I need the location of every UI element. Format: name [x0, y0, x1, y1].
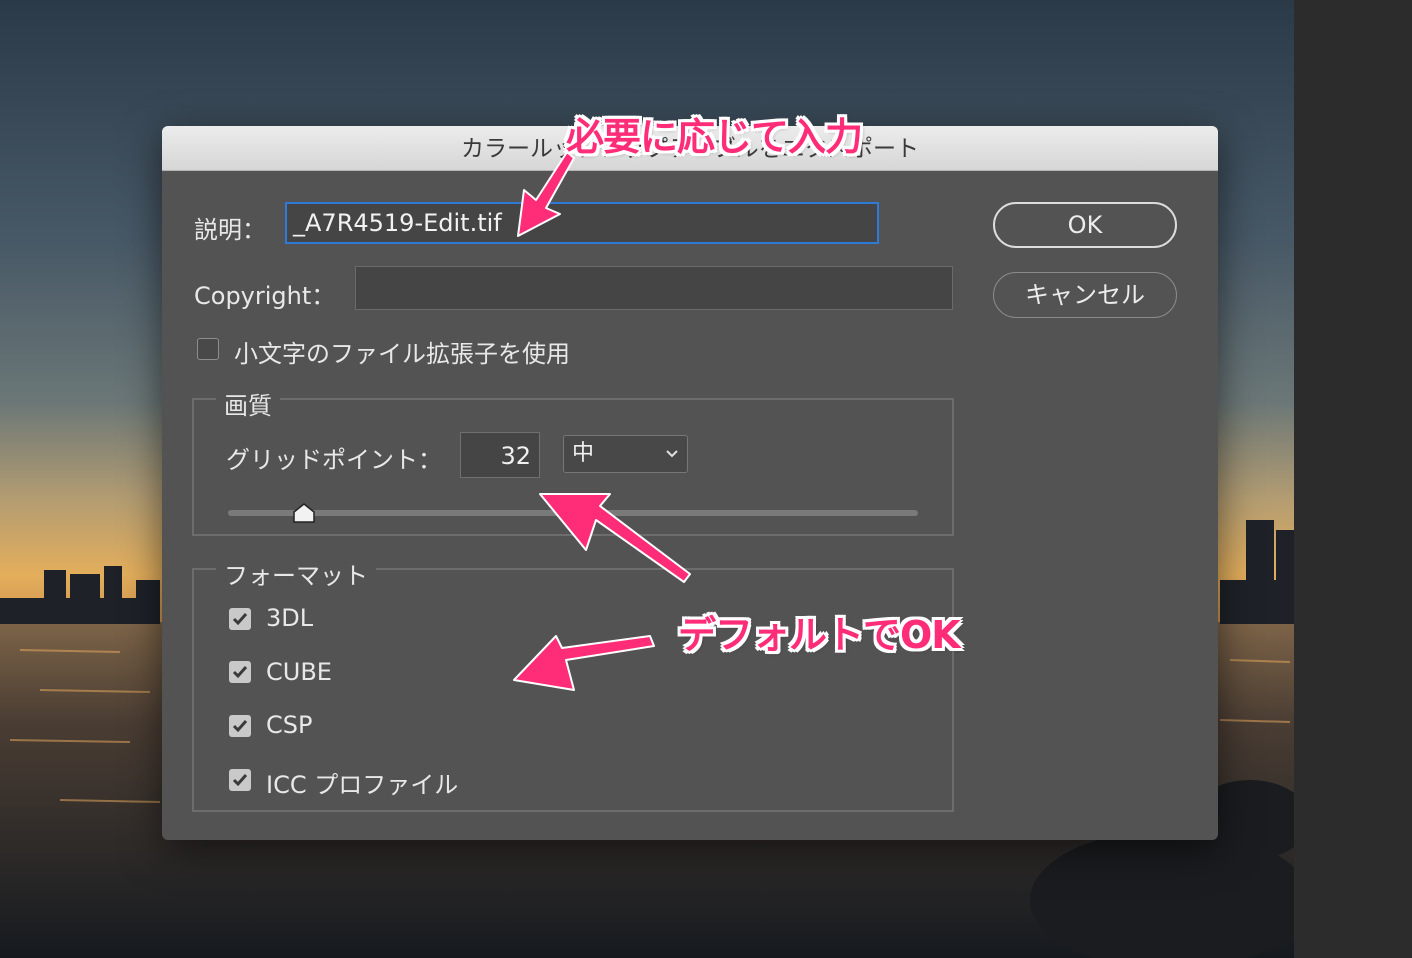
quality-select[interactable]: 中	[563, 435, 688, 473]
window-edge	[1294, 0, 1412, 958]
checkmark-icon	[232, 666, 248, 679]
format-csp-checkbox[interactable]	[229, 715, 251, 737]
quality-group-title: 画質	[216, 386, 280, 421]
description-field[interactable]: _A7R4519-Edit.tif	[285, 202, 879, 244]
copyright-label: Copyright：	[194, 282, 336, 310]
grid-points-label: グリッドポイント：	[226, 446, 442, 474]
format-3dl-checkbox[interactable]	[229, 608, 251, 630]
format-3dl-label: 3DL	[266, 604, 314, 632]
format-cube-checkbox[interactable]	[229, 661, 251, 683]
grid-points-input[interactable]: 32	[460, 432, 540, 478]
slider-thumb-icon[interactable]	[292, 502, 316, 524]
grid-points-slider[interactable]	[228, 510, 918, 516]
annotation-callout-default: デフォルトでOK	[678, 613, 961, 657]
format-cube-label: CUBE	[266, 658, 332, 686]
format-csp-label: CSP	[266, 711, 313, 739]
export-lut-dialog: カラールックアップテーブルをエクスポート 説明： _A7R4519-Edit.t…	[162, 126, 1218, 840]
checkmark-icon	[232, 720, 248, 733]
checkmark-icon	[232, 613, 248, 626]
lowercase-ext-label: 小文字のファイル拡張子を使用	[234, 340, 570, 368]
chevron-down-icon	[666, 450, 678, 458]
cancel-button[interactable]: キャンセル	[993, 272, 1177, 318]
description-label: 説明：	[194, 216, 266, 244]
format-icc-label: ICC プロファイル	[266, 771, 459, 799]
quality-select-value: 中	[572, 441, 595, 466]
format-group-title: フォーマット	[216, 556, 376, 591]
ok-button[interactable]: OK	[993, 202, 1177, 248]
copyright-field[interactable]	[355, 266, 953, 310]
annotation-callout-input: 必要に応じて入力	[566, 115, 863, 159]
lowercase-ext-checkbox[interactable]	[197, 338, 219, 360]
checkmark-icon	[232, 774, 248, 787]
format-icc-checkbox[interactable]	[229, 769, 251, 791]
